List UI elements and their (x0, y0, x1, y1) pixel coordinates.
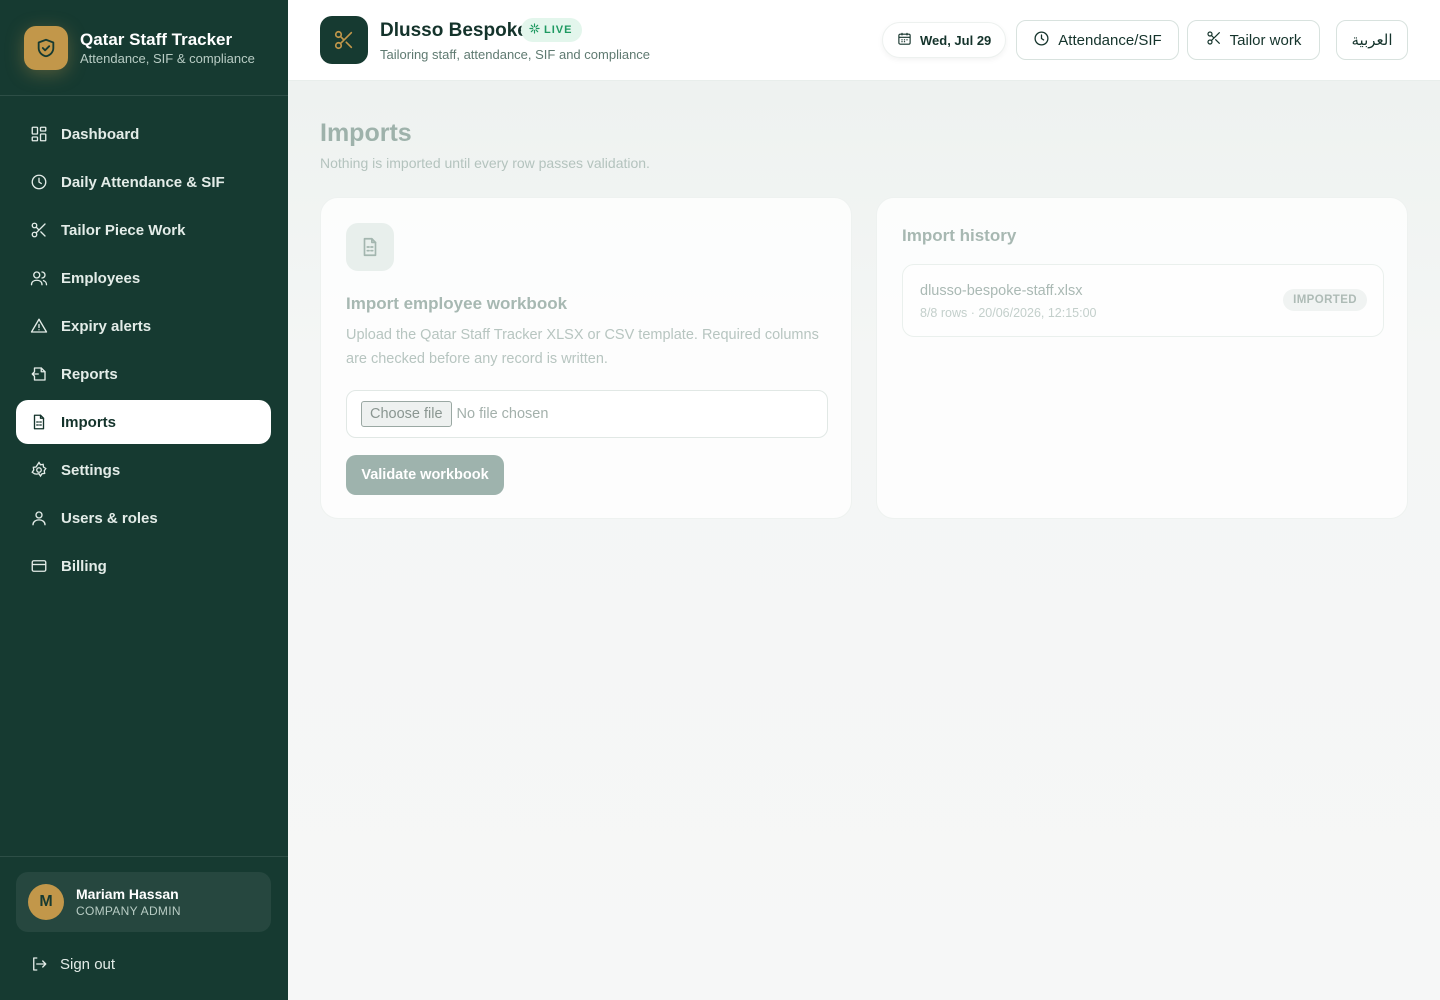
scissors-icon (30, 221, 48, 239)
page-title: Imports (320, 119, 412, 147)
scissors-icon (1206, 30, 1222, 50)
date-pill[interactable]: Wed, Jul 29 (882, 22, 1007, 58)
alert-triangle-icon (30, 317, 48, 335)
sidebar: Qatar Staff Tracker Attendance, SIF & co… (0, 0, 288, 1000)
calendar-icon (897, 31, 912, 49)
import-history-title: Import history (902, 226, 1017, 245)
top-header: Dlusso Bespoke LIVE Tailoring staff, att… (288, 0, 1440, 81)
date-label: Wed, Jul 29 (920, 32, 992, 48)
sidebar-item-label: Billing (61, 557, 107, 575)
sidebar-item-employees[interactable]: Employees (16, 256, 271, 300)
brand[interactable]: Qatar Staff Tracker Attendance, SIF & co… (24, 26, 255, 70)
validate-workbook-button[interactable]: Validate workbook (346, 455, 504, 495)
history-item[interactable]: dlusso-bespoke-staff.xlsx 8/8 rows · 20/… (902, 264, 1384, 337)
sparkle-icon (529, 23, 540, 37)
import-card-title: Import employee workbook (346, 294, 568, 313)
divider (0, 95, 288, 96)
sidebar-item-users-roles[interactable]: Users & roles (16, 496, 271, 540)
avatar: M (28, 884, 64, 920)
attendance-sif-label: Attendance/SIF (1058, 31, 1162, 49)
language-toggle-button[interactable]: العربية (1336, 20, 1408, 60)
status-badge: IMPORTED (1283, 289, 1367, 311)
sidebar-item-label: Settings (61, 461, 121, 479)
user-card[interactable]: M Mariam Hassan COMPANY ADMIN (16, 872, 271, 932)
sidebar-item-imports[interactable]: Imports (16, 400, 271, 444)
clock-icon (1033, 30, 1050, 51)
sign-out-button[interactable]: Sign out (16, 944, 271, 984)
brand-subtitle: Attendance, SIF & compliance (80, 51, 255, 66)
users-icon (30, 269, 48, 287)
sidebar-item-label: Users & roles (61, 509, 158, 527)
sidebar-item-billing[interactable]: Billing (16, 544, 271, 588)
sidebar-item-label: Daily Attendance & SIF (61, 173, 225, 191)
file-input[interactable]: Choose file No file chosen (346, 390, 828, 438)
company-subtitle: Tailoring staff, attendance, SIF and com… (380, 47, 651, 62)
choose-file-button[interactable]: Choose file (361, 401, 452, 427)
clock-icon (30, 173, 48, 191)
dashboard-icon (30, 125, 48, 143)
sidebar-item-label: Reports (61, 365, 118, 383)
sidebar-item-label: Dashboard (61, 125, 140, 143)
sidebar-nav: Dashboard Daily Attendance & SIF Tailor … (16, 112, 271, 592)
file-spreadsheet-icon (30, 413, 48, 431)
sidebar-item-daily-attendance[interactable]: Daily Attendance & SIF (16, 160, 271, 204)
live-label: LIVE (544, 24, 573, 36)
logout-icon (30, 955, 48, 973)
import-card-description: Upload the Qatar Staff Tracker XLSX or C… (346, 327, 819, 367)
credit-card-icon (30, 557, 48, 575)
sidebar-item-label: Expiry alerts (61, 317, 152, 335)
history-filename: dlusso-bespoke-staff.xlsx (920, 283, 1083, 299)
sign-out-label: Sign out (60, 955, 116, 973)
company-scissors-icon (320, 16, 368, 64)
history-meta: 8/8 rows · 20/06/2026, 12:15:00 (920, 306, 1097, 320)
company-name: Dlusso Bespoke (380, 20, 528, 41)
attendance-sif-button[interactable]: Attendance/SIF (1016, 20, 1179, 60)
file-export-icon (30, 365, 48, 383)
import-history-card: Import history dlusso-bespoke-staff.xlsx… (876, 197, 1408, 519)
user-role: COMPANY ADMIN (76, 904, 181, 918)
sidebar-item-expiry-alerts[interactable]: Expiry alerts (16, 304, 271, 348)
brand-title: Qatar Staff Tracker (80, 30, 233, 49)
tailor-work-button[interactable]: Tailor work (1187, 20, 1320, 60)
shield-check-icon (24, 26, 68, 70)
divider (0, 856, 288, 857)
no-file-label: No file chosen (456, 406, 549, 422)
sidebar-item-label: Employees (61, 269, 141, 287)
sidebar-item-tailor-piece-work[interactable]: Tailor Piece Work (16, 208, 271, 252)
page-subtitle: Nothing is imported until every row pass… (320, 155, 650, 171)
sidebar-item-dashboard[interactable]: Dashboard (16, 112, 271, 156)
live-badge: LIVE (521, 18, 583, 42)
sidebar-item-reports[interactable]: Reports (16, 352, 271, 396)
tailor-work-label: Tailor work (1229, 31, 1302, 49)
main-content: Imports Nothing is imported until every … (288, 81, 1440, 1000)
import-card: Import employee workbook Upload the Qata… (320, 197, 852, 519)
gear-icon (30, 461, 48, 479)
file-spreadsheet-icon (346, 223, 394, 271)
sidebar-item-label: Imports (61, 413, 117, 431)
user-icon (30, 509, 48, 527)
user-name: Mariam Hassan (76, 886, 179, 902)
sidebar-item-label: Tailor Piece Work (61, 221, 186, 239)
sidebar-item-settings[interactable]: Settings (16, 448, 271, 492)
